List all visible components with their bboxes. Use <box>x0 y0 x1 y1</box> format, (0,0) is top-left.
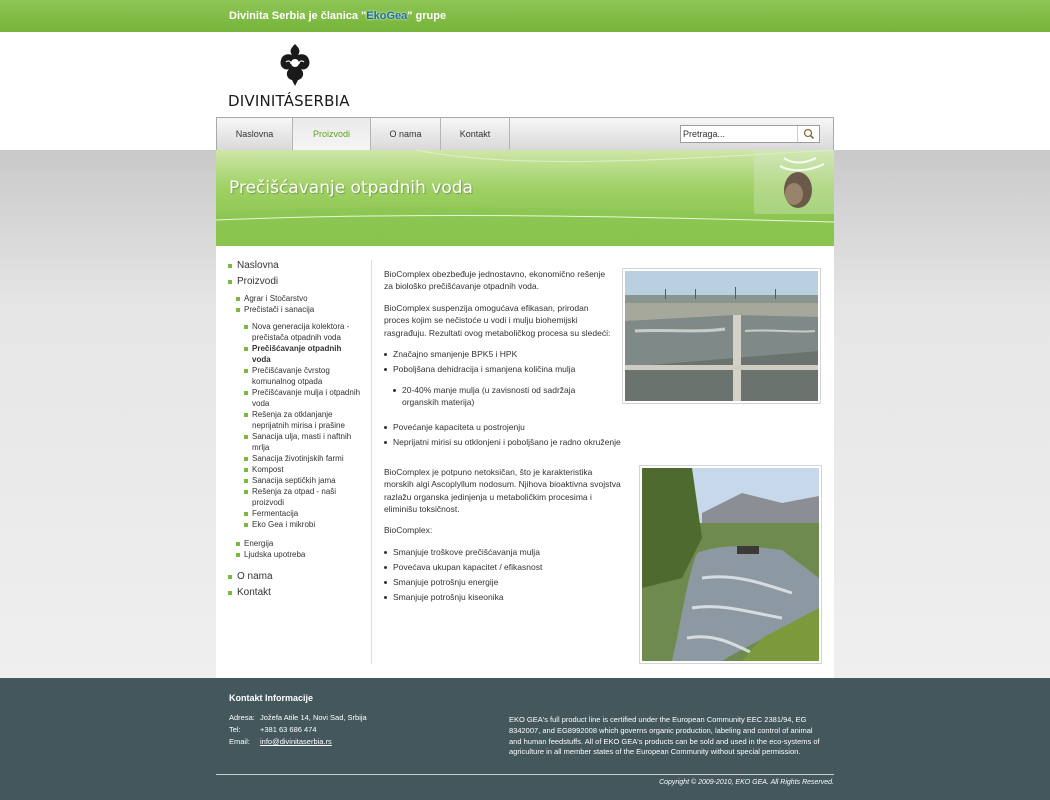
nav-naslovna[interactable]: Naslovna <box>217 118 293 150</box>
list-item: Smanjuje potrošnju energije <box>384 576 624 588</box>
sidebar-item-naslovna[interactable]: Naslovna <box>228 260 279 271</box>
ornament-icon <box>280 44 310 86</box>
certification-text: EKO GEA's full product line is certified… <box>509 715 820 757</box>
sidebar-item-otpad[interactable]: Rešenja za otpad - naši proizvodi <box>244 487 362 508</box>
sidebar-item-energija[interactable]: Energija <box>236 539 273 548</box>
list-item: 20-40% manje mulja (u zavisnosti od sadr… <box>393 384 593 408</box>
logo[interactable]: DIVINITÁSERBIA <box>228 42 358 110</box>
list-item: Smanjuje troškove prečišćavanja mulja <box>384 546 624 558</box>
paragraph-biocomplex: BioComplex: <box>384 525 433 535</box>
list-item: Povećanje kapaciteta u postrojenju <box>384 421 624 433</box>
sidebar-item-mulja[interactable]: Prečišćavanje mulja i otpadnih voda <box>244 388 362 409</box>
sidebar-item-mirisa[interactable]: Rešenja za otklanjanje neprijatnih miris… <box>244 410 362 431</box>
sidebar-item-mikrobi[interactable]: Eko Gea i mikrobi <box>244 520 362 531</box>
sidebar-item-kontakt[interactable]: Kontakt <box>228 587 271 598</box>
search-button[interactable] <box>797 126 819 142</box>
paragraph-intro: BioComplex obezbeđuje jednostavno, ekono… <box>384 269 606 292</box>
water-splash-image <box>754 150 834 214</box>
canal-photo <box>639 465 822 664</box>
footer-heading: Kontakt Informacije <box>229 693 314 703</box>
sidebar-item-o-nama[interactable]: O nama <box>228 571 273 582</box>
tel-label: Tel: <box>229 725 241 734</box>
sidebar-item-precistaci[interactable]: Prečistači i sanacija <box>236 305 314 314</box>
divider <box>371 260 372 664</box>
email-link[interactable]: info@divinitaserbia.rs <box>260 737 332 746</box>
main-nav: Naslovna Proizvodi O nama Kontakt <box>216 117 834 150</box>
sidebar-item-agrar[interactable]: Agrar i Stočarstvo <box>236 294 308 303</box>
address-value: Jožefa Atile 14, Novi Sad, Srbija <box>260 713 367 722</box>
list-item: Neprijatni mirisi su otklonjeni i pobolj… <box>384 436 634 448</box>
address-label: Adresa: <box>229 713 255 722</box>
content-area: Naslovna Proizvodi Agrar i Stočarstvo Pr… <box>216 246 834 678</box>
banner-wave <box>216 150 834 246</box>
sidebar-item-kompost[interactable]: Kompost <box>244 465 362 476</box>
search-icon <box>803 128 815 140</box>
sidebar-item-ulja[interactable]: Sanacija ulja, masti i naftnih mrlja <box>244 432 362 453</box>
paragraph-suspension: BioComplex suspenzija omogućava efikasan… <box>384 303 611 338</box>
top-bar: Divinita Serbia je članica "EkoGea" grup… <box>0 0 1050 32</box>
sidebar-item-nova-generacija[interactable]: Nova generacija kolektora - prečistača o… <box>244 322 362 343</box>
treatment-plant-photo <box>622 268 821 404</box>
logo-text: DIVINITÁSERBIA <box>228 92 350 110</box>
sidebar-item-septickih[interactable]: Sanacija septičkih jama <box>244 476 362 487</box>
search-input[interactable] <box>683 127 795 141</box>
search-box <box>680 125 820 143</box>
paragraph-nontoxic: BioComplex je potpuno netoksičan, što je… <box>384 467 621 514</box>
ekogea-link[interactable]: EkoGea <box>366 10 407 22</box>
sidebar-item-fermentacija[interactable]: Fermentacija <box>244 509 362 520</box>
email-label: Email: <box>229 737 250 746</box>
list-item: Poboljšana dehidracija i smanjena količi… <box>384 363 624 375</box>
list-item: Povećava ukupan kapacitet / efikasnost <box>384 561 624 573</box>
page-title: Prečišćavanje otpadnih voda <box>229 178 473 198</box>
sidebar-item-proizvodi[interactable]: Proizvodi <box>228 276 278 287</box>
list-item: Smanjuje potrošnju kiseonika <box>384 591 624 603</box>
footer: Kontakt Informacije Adresa: Jožefa Atile… <box>0 678 1050 800</box>
copyright: Copyright © 2009-2010, EKO GEA. All Righ… <box>659 779 834 786</box>
membership-text: Divinita Serbia je članica "EkoGea" grup… <box>229 10 447 22</box>
nav-o-nama[interactable]: O nama <box>371 118 441 150</box>
sidebar-item-precisc-otpadnih-voda[interactable]: Prečišćavanje otpadnih voda <box>244 344 362 365</box>
sidebar-item-cvrstog-otpada[interactable]: Prečišćavanje čvrstog komunalnog otpada <box>244 366 362 387</box>
sidebar-item-ljudska[interactable]: Ljudska upotreba <box>236 550 305 559</box>
page-banner: Prečišćavanje otpadnih voda <box>216 150 834 246</box>
nav-proizvodi[interactable]: Proizvodi <box>293 118 371 150</box>
nav-kontakt[interactable]: Kontakt <box>441 118 510 150</box>
sidebar-item-farmi[interactable]: Sanacija životinjskih farmi <box>244 454 362 465</box>
list-item: Značajno smanjenje BPK5 i HPK <box>384 348 624 360</box>
tel-value: +381 63 686 474 <box>260 725 317 734</box>
footer-divider <box>216 774 834 775</box>
